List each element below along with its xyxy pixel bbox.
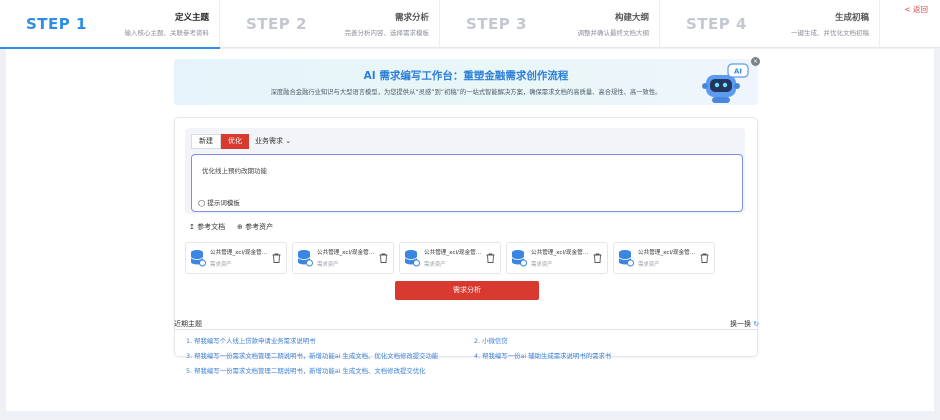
back-link[interactable]: < 返回	[904, 4, 928, 15]
business-type-select[interactable]: 业务需求 ⌄	[255, 136, 291, 146]
template-icon: ◯	[198, 199, 206, 207]
mode-new-button[interactable]: 新建	[191, 134, 221, 149]
step-subtitle: 一键生成、并优化文档初稿	[791, 29, 869, 37]
topic-input[interactable]: 优化线上预约改期功能 ◯ 提示词模板	[191, 154, 743, 212]
ai-robot-icon: AI	[702, 63, 749, 103]
database-icon	[404, 250, 420, 267]
step-subtitle: 调整并确认最终文档大纲	[577, 29, 650, 37]
topic-card: 新建 优化 业务需求 ⌄ 优化线上预约改期功能 ◯ 提示词模板 ↥ 参考文档 ⊕…	[174, 117, 758, 357]
step-number: STEP 4	[686, 15, 747, 33]
main-panel: AI 需求编写工作台：重塑金融需求创作流程 深度融合金融行业知识与大型语言模型，…	[6, 49, 934, 411]
trash-icon[interactable]	[486, 253, 495, 263]
topic-input-value: 优化线上预约改期功能	[202, 167, 267, 175]
step-1[interactable]: STEP 1 定义主题 输入核心主题、关联参考资料	[0, 0, 220, 49]
asset-card[interactable]: 公共管理_xcl/现金管… 需求资产	[292, 242, 394, 274]
reference-doc-button[interactable]: ↥ 参考文档	[189, 222, 225, 232]
step-4[interactable]: STEP 4 生成初稿 一键生成、并优化文档初稿	[660, 0, 880, 48]
reference-doc-label: 参考文档	[197, 223, 226, 231]
trash-icon[interactable]	[272, 253, 281, 263]
banner-subtitle: 深度融合金融行业知识与大型语言模型，为您提供从“灵感”到“初稿”的一站式智能解决…	[270, 89, 662, 96]
recent-topics-title: 近期主题	[174, 320, 202, 328]
asset-name: 公共管理_xcl/现金管…	[424, 250, 482, 256]
reference-asset-label: 参考资产	[245, 223, 274, 231]
asset-type: 需求资产	[210, 262, 232, 268]
step-title: 需求分析	[394, 13, 429, 23]
robot-badge-text: AI	[734, 68, 742, 76]
step-number: STEP 2	[246, 15, 307, 33]
analyze-button[interactable]: 需求分析	[395, 281, 539, 300]
step-2[interactable]: STEP 2 需求分析 完善分析内容、选择需求模板	[220, 0, 440, 48]
trash-icon[interactable]	[379, 253, 388, 263]
asset-name: 公共管理_xcl/现金管…	[638, 250, 696, 256]
asset-type: 需求资产	[317, 262, 339, 268]
step-bar: STEP 1 定义主题 输入核心主题、关联参考资料 STEP 2 需求分析 完善…	[0, 0, 940, 49]
prompt-template-label: 提示词模板	[207, 199, 240, 207]
refresh-icon: ↻	[753, 320, 760, 328]
refresh-label: 换一换	[730, 320, 751, 328]
step-title: 构建大纲	[614, 13, 649, 23]
trash-icon[interactable]	[700, 253, 709, 263]
recent-topic-item[interactable]: 3. 帮我编写一份需求文档管理二期说明书，新增功能ai 生成文档、优化文档修改提…	[186, 351, 438, 360]
chevron-down-icon: ⌄	[285, 137, 292, 145]
asset-card[interactable]: 公共管理_xcl/现金管… 需求资产	[185, 242, 287, 274]
topic-editor: 新建 优化 业务需求 ⌄ 优化线上预约改期功能 ◯ 提示词模板	[185, 128, 745, 214]
welcome-banner: AI 需求编写工作台：重塑金融需求创作流程 深度融合金融行业知识与大型语言模型，…	[174, 59, 758, 105]
step-subtitle: 完善分析内容、选择需求模板	[344, 29, 430, 37]
asset-card[interactable]: 公共管理_xcl/现金管… 需求资产	[399, 242, 501, 274]
asset-type: 需求资产	[424, 262, 446, 268]
asset-card[interactable]: 公共管理_xcl/现金管… 需求资产	[506, 242, 608, 274]
trash-icon[interactable]	[593, 253, 602, 263]
database-icon	[190, 250, 206, 267]
step-number: STEP 3	[466, 15, 527, 33]
business-type-label: 业务需求	[255, 137, 283, 145]
step-subtitle: 输入核心主题、关联参考资料	[124, 29, 210, 37]
mode-optimize-button[interactable]: 优化	[221, 134, 249, 149]
asset-name: 公共管理_xcl/现金管…	[531, 250, 589, 256]
divider	[174, 329, 758, 330]
refresh-button[interactable]: 换一换 ↻	[730, 319, 759, 329]
step-number: STEP 1	[26, 15, 87, 33]
database-icon	[297, 250, 313, 267]
step-title: 定义主题	[174, 13, 209, 23]
recent-topic-item[interactable]: 5. 帮我编写一份需求文档管理二期说明书，新增功能ai 生成文档、文档修改提交优…	[186, 366, 426, 375]
asset-name: 公共管理_xcl/现金管…	[317, 250, 375, 256]
database-icon	[511, 250, 527, 267]
asset-name: 公共管理_xcl/现金管…	[210, 250, 268, 256]
asset-type: 需求资产	[531, 262, 553, 268]
step-title: 生成初稿	[834, 13, 869, 23]
add-circle-icon: ⊕	[237, 223, 243, 231]
banner-title: AI 需求编写工作台：重塑金融需求创作流程	[363, 70, 569, 82]
banner-close-button[interactable]: ×	[751, 57, 760, 66]
asset-card[interactable]: 公共管理_xcl/现金管… 需求资产	[613, 242, 715, 274]
recent-topic-item[interactable]: 1. 帮我编写个人线上贷款申请业务需求说明书	[186, 336, 316, 345]
database-icon	[618, 250, 634, 267]
step-3[interactable]: STEP 3 构建大纲 调整并确认最终文档大纲	[440, 0, 660, 48]
recent-topic-item[interactable]: 4. 帮我编写一份ai 辅助生成需求说明书的需求书	[474, 351, 611, 360]
prompt-template-button[interactable]: ◯ 提示词模板	[198, 197, 240, 207]
upload-icon: ↥	[189, 223, 195, 231]
recent-topic-item[interactable]: 2. 小微信贷	[474, 336, 508, 345]
asset-type: 需求资产	[638, 262, 660, 268]
reference-asset-button[interactable]: ⊕ 参考资产	[237, 222, 273, 232]
